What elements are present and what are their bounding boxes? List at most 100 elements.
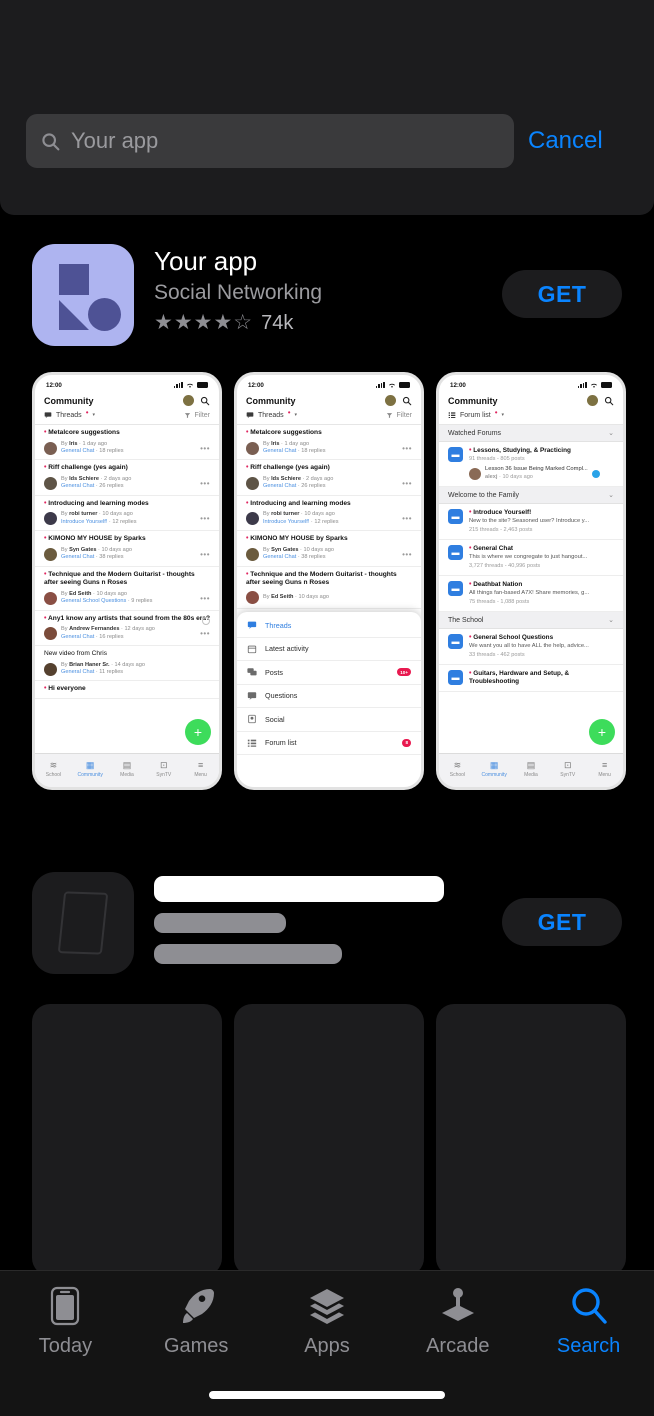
list-item[interactable]: • Metalcore suggestions By Iris · 1 day … xyxy=(237,425,421,461)
thread-list[interactable]: • Metalcore suggestions By Iris · 1 day … xyxy=(237,425,421,609)
screenshot-preview-3[interactable]: 12:00 Community Forum list • ▾ Watched F… xyxy=(436,372,626,790)
list-item[interactable]: • Riff challenge (yes again) By Ids Schi… xyxy=(237,460,421,496)
phone-tab-community[interactable]: ▦ Community xyxy=(477,760,511,778)
tab-search[interactable]: Search xyxy=(529,1283,649,1358)
phone-filter-bar[interactable]: Threads • ▾ Filter xyxy=(35,409,219,425)
list-item[interactable]: • Hi everyone xyxy=(35,681,219,700)
more-options-icon[interactable]: ••• xyxy=(200,479,210,488)
screenshot-gallery[interactable]: 12:00 Community Threads • ▾ Filter • Met… xyxy=(32,372,628,790)
list-item[interactable]: ▬ • General School Questions We want you… xyxy=(439,629,623,666)
menu-item-latest-activity[interactable]: Latest activity xyxy=(237,638,421,661)
threads-icon xyxy=(44,412,52,418)
search-icon[interactable] xyxy=(402,396,412,406)
forum-icon: ▬ xyxy=(448,581,463,597)
phone-tab-school[interactable]: ≋ School xyxy=(36,760,70,778)
user-avatar[interactable] xyxy=(183,395,194,406)
get-button[interactable]: GET xyxy=(502,270,622,318)
more-options-icon[interactable]: ••• xyxy=(200,550,210,559)
phone-filter-bar[interactable]: Forum list • ▾ xyxy=(439,409,623,425)
tab-today[interactable]: Today xyxy=(5,1283,125,1358)
search-icon[interactable] xyxy=(604,396,614,406)
list-item[interactable]: • Riff challenge (yes again) By Ids Schi… xyxy=(35,460,219,496)
screenshot-preview-2[interactable]: 12:00 Community Threads • ▾ Filter • Met… xyxy=(234,372,424,790)
threads-selector[interactable]: Threads • ▾ xyxy=(44,409,95,419)
more-options-icon[interactable]: ••• xyxy=(200,444,210,453)
watch-toggle-icon[interactable] xyxy=(202,616,210,625)
screenshot-preview-1[interactable]: 12:00 Community Threads • ▾ Filter • Met… xyxy=(32,372,222,790)
more-options-icon[interactable]: ••• xyxy=(402,444,412,453)
cancel-button[interactable]: Cancel xyxy=(528,127,603,155)
group-header-school[interactable]: The School ⌄ xyxy=(439,612,623,630)
menu-item-threads[interactable]: Threads xyxy=(237,614,421,638)
list-item[interactable]: New video from Chris By Brian Haner Sr. … xyxy=(35,646,219,682)
forum-list-selector[interactable]: Forum list • ▾ xyxy=(448,409,504,419)
list-item[interactable]: ▬ • Deathbat Nation All things fan-based… xyxy=(439,576,623,613)
media-icon: ▤ xyxy=(122,759,132,770)
list-item[interactable]: • Technique and the Modern Guitarist - t… xyxy=(237,567,421,609)
more-options-icon[interactable]: ••• xyxy=(200,594,210,603)
list-item[interactable]: • Introducing and learning modes By robi… xyxy=(35,496,219,532)
phone-tab-menu[interactable]: ≡ Menu xyxy=(184,760,218,778)
app-icon[interactable] xyxy=(32,244,134,346)
search-icon[interactable] xyxy=(200,396,210,406)
battery-icon xyxy=(399,382,410,388)
filter-icon xyxy=(185,412,191,418)
new-thread-fab[interactable]: + xyxy=(589,719,615,745)
phone-tab-syntv[interactable]: ⊡ SynTV xyxy=(147,760,181,778)
get-button[interactable]: GET xyxy=(502,898,622,946)
forum-stats: 3,727 threads - 40,996 posts xyxy=(469,562,541,569)
phone-tab-community[interactable]: ▦ Community xyxy=(73,760,107,778)
list-item[interactable]: • Technique and the Modern Guitarist - t… xyxy=(35,567,219,611)
more-options-icon[interactable]: ••• xyxy=(402,479,412,488)
tab-apps[interactable]: Apps xyxy=(267,1283,387,1358)
list-item[interactable]: • Introducing and learning modes By robi… xyxy=(237,496,421,532)
phone-tab-school[interactable]: ≋ School xyxy=(440,760,474,778)
group-header-welcome[interactable]: Welcome to the Family ⌄ xyxy=(439,487,623,505)
phone-tab-media[interactable]: ▤ Media xyxy=(514,760,548,778)
list-item[interactable]: ▬ • Guitars, Hardware and Setup, & Troub… xyxy=(439,665,623,693)
thread-list[interactable]: • Metalcore suggestions By Iris · 1 day … xyxy=(35,425,219,700)
more-options-icon[interactable]: ••• xyxy=(402,550,412,559)
threads-selector[interactable]: Threads • ▾ xyxy=(246,409,297,419)
more-options-icon[interactable]: ••• xyxy=(200,629,210,638)
group-title: Welcome to the Family xyxy=(448,491,520,499)
menu-item-posts[interactable]: Posts 10+ xyxy=(237,661,421,685)
new-thread-fab[interactable]: + xyxy=(185,719,211,745)
menu-item-forum-list[interactable]: Forum list 8 xyxy=(237,732,421,755)
phone-filter-bar[interactable]: Threads • ▾ Filter xyxy=(237,409,421,425)
tab-label: Apps xyxy=(304,1335,350,1357)
more-options-icon[interactable]: ••• xyxy=(402,514,412,523)
phone-tab-syntv[interactable]: ⊡ SynTV xyxy=(551,760,585,778)
user-avatar[interactable] xyxy=(385,395,396,406)
phone-tab-media[interactable]: ▤ Media xyxy=(110,760,144,778)
forum-stats: 91 threads - 805 posts xyxy=(469,456,525,462)
app-category: Social Networking xyxy=(154,281,323,304)
user-avatar[interactable] xyxy=(587,395,598,406)
tab-games[interactable]: Games xyxy=(136,1283,256,1358)
phone-status-bar: 12:00 xyxy=(35,375,219,392)
search-field[interactable] xyxy=(26,114,514,168)
filter-button[interactable]: Filter xyxy=(184,412,210,419)
list-item[interactable]: ▬ • Introduce Yourself! New to the site?… xyxy=(439,504,623,541)
menu-item-questions[interactable]: Questions xyxy=(237,685,421,708)
more-options-icon[interactable]: ••• xyxy=(200,514,210,523)
list-item[interactable]: ▬ • General Chat This is where we congre… xyxy=(439,540,623,577)
filter-button[interactable]: Filter xyxy=(386,412,412,419)
thread-type-menu[interactable]: Threads Latest activity Posts 10+ Questi… xyxy=(237,612,421,787)
avatar xyxy=(246,547,259,561)
chevron-down-icon: ⌄ xyxy=(608,430,614,437)
menu-item-social[interactable]: Social xyxy=(237,708,421,732)
list-item[interactable]: • Metalcore suggestions By Iris · 1 day … xyxy=(35,425,219,461)
tab-arcade[interactable]: Arcade xyxy=(398,1283,518,1358)
list-item[interactable]: • Any1 know any artists that sound from … xyxy=(35,611,219,647)
list-item[interactable]: ▬ • Lessons, Studying, & Practicing 91 t… xyxy=(439,442,623,488)
list-item[interactable]: • KIMONO MY HOUSE by Sparks By Syn Gates… xyxy=(237,531,421,567)
app-result-row[interactable]: Your app Social Networking ★★★★☆ 74k GET xyxy=(32,244,622,348)
search-input[interactable] xyxy=(71,128,500,154)
phone-tab-bar[interactable]: ≋ School ▦ Community ▤ Media ⊡ SynTV ≡ Menu xyxy=(35,753,219,787)
phone-tab-menu[interactable]: ≡ Menu xyxy=(588,760,622,778)
group-title: Watched Forums xyxy=(448,429,502,437)
list-item[interactable]: • KIMONO MY HOUSE by Sparks By Syn Gates… xyxy=(35,531,219,567)
phone-tab-bar[interactable]: ≋ School ▦ Community ▤ Media ⊡ SynTV ≡ Menu xyxy=(439,753,623,787)
group-header-watched[interactable]: Watched Forums ⌄ xyxy=(439,425,623,442)
